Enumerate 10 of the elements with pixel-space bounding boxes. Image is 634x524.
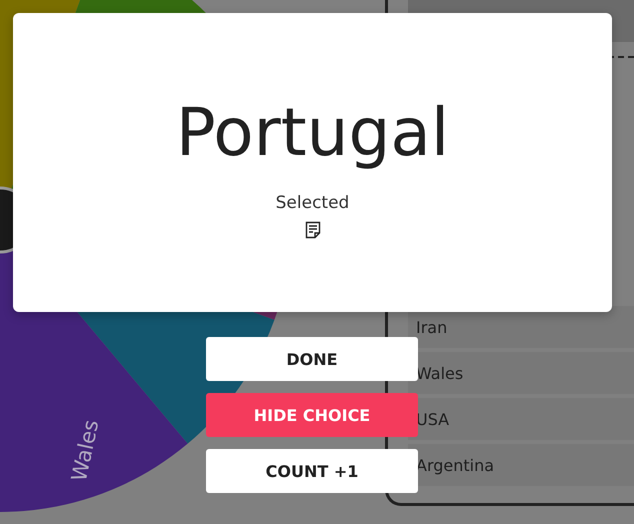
list-row[interactable]: Wales: [408, 352, 634, 394]
note-icon[interactable]: [304, 221, 320, 239]
list-row[interactable]: USA: [408, 398, 634, 440]
action-button[interactable]: HIDE CHOICE: [206, 393, 418, 437]
action-button[interactable]: COUNT +1: [206, 449, 418, 493]
selected-caption: Selected: [276, 193, 350, 213]
list-row[interactable]: Argentina: [408, 444, 634, 486]
wheel-label: Wales: [66, 418, 104, 484]
action-button[interactable]: DONE: [206, 337, 418, 381]
chosen-name: Portugal: [176, 93, 450, 173]
